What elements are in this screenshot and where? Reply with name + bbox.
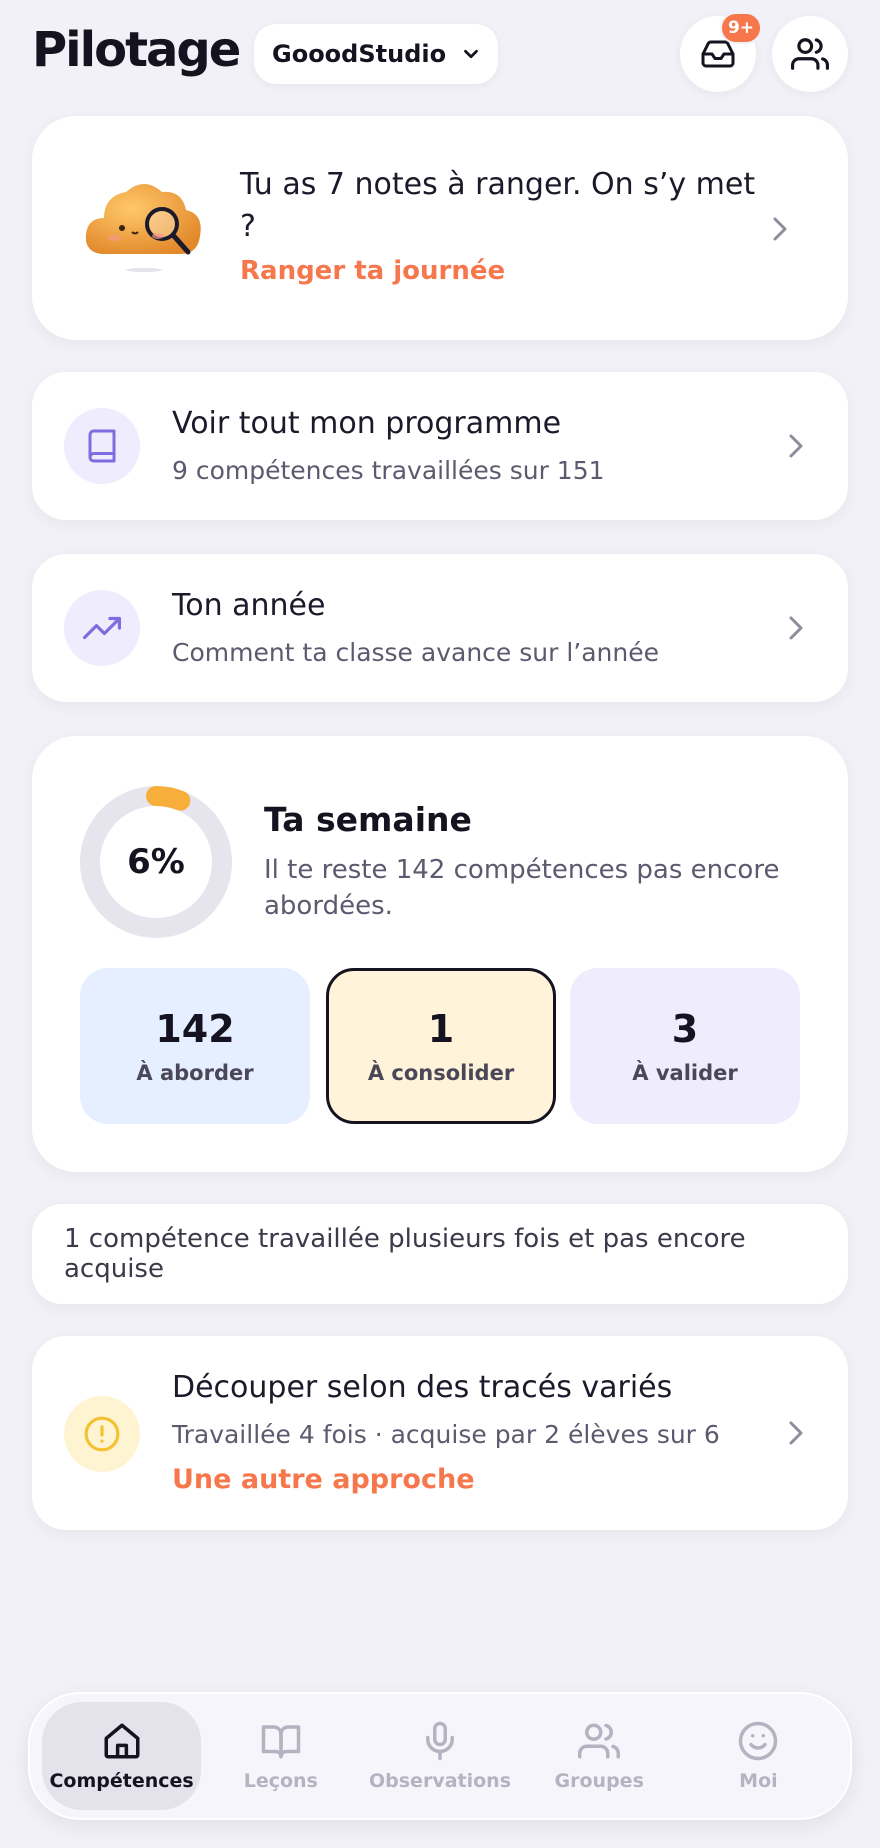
stat-to-approach[interactable]: 142 À aborder (80, 968, 310, 1124)
year-card-title: Ton année (172, 588, 326, 623)
stat-value: 3 (671, 1007, 699, 1051)
book-open-icon (261, 1725, 301, 1759)
stat-to-validate[interactable]: 3 À valider (570, 968, 800, 1124)
chevron-down-icon (464, 49, 478, 59)
microphone-icon (426, 1721, 454, 1761)
notes-card-link[interactable]: Ranger ta journée (240, 256, 505, 286)
users-button[interactable] (772, 16, 848, 92)
users-icon (791, 38, 829, 70)
nav-label: Compétences (49, 1770, 194, 1792)
info-strip: 1 compétence travaillée plusieurs fois e… (32, 1204, 848, 1304)
program-card-title: Voir tout mon programme (172, 406, 562, 441)
nav-item-observations[interactable]: Observations (360, 1702, 519, 1810)
program-card-subtitle: 9 compétences travaillées sur 151 (172, 456, 605, 485)
stat-label: À valider (632, 1061, 738, 1085)
info-strip-text: 1 compétence travaillée plusieurs fois e… (64, 1224, 746, 1284)
users-icon (578, 1723, 621, 1759)
org-name: GooodStudio (272, 40, 447, 68)
nav-item-groupes[interactable]: Groupes (520, 1702, 679, 1810)
nav-label: Leçons (243, 1770, 318, 1792)
program-card[interactable] (32, 372, 848, 520)
year-card[interactable] (32, 554, 848, 702)
skill-card-title: Découper selon des tracés variés (172, 1370, 673, 1405)
nav-item-lecons[interactable]: Leçons (201, 1702, 360, 1810)
week-subtitle: Il te reste 142 compétences pas encore a… (264, 855, 780, 921)
chevron-right-icon (773, 217, 787, 241)
skill-card-subtitle: Travaillée 4 fois · acquise par 2 élèves… (172, 1420, 720, 1449)
chevron-right-icon (789, 616, 803, 640)
org-selector[interactable]: GooodStudio (254, 24, 498, 84)
chevron-right-icon (789, 434, 803, 458)
page-title: Pilotage (32, 22, 241, 78)
stat-label: À aborder (136, 1061, 254, 1085)
inbox-badge: 9+ (720, 12, 762, 44)
smile-icon (739, 1721, 778, 1761)
notes-card-text: Tu as 7 notes à ranger. On s’y met ? (240, 167, 756, 244)
nav-item-competences[interactable]: Compétences (42, 1702, 202, 1810)
alert-circle-icon (84, 1416, 120, 1452)
stat-to-consolidate[interactable]: 1 À consolider (326, 968, 556, 1124)
week-title: Ta semaine (264, 800, 472, 839)
year-icon-circle (64, 590, 140, 666)
nav-label: Moi (739, 1770, 778, 1792)
book-icon (88, 429, 116, 463)
stat-value: 1 (427, 1007, 455, 1051)
stat-value: 142 (155, 1007, 235, 1051)
progress-label: 6% (127, 842, 185, 882)
home-icon (104, 1723, 140, 1759)
skill-icon-circle (64, 1396, 140, 1472)
bottom-nav: Compétences Leçons Observations Groupes (28, 1692, 852, 1820)
cloud-mascot-icon (85, 184, 201, 272)
year-card-subtitle: Comment ta classe avance sur l’année (172, 638, 659, 667)
trending-up-icon (83, 616, 121, 640)
stat-label: À consolider (367, 1061, 515, 1085)
chevron-right-icon (789, 1421, 803, 1445)
nav-label: Groupes (554, 1770, 644, 1792)
program-icon-circle (64, 408, 140, 484)
nav-label: Observations (369, 1770, 512, 1792)
skill-card-link[interactable]: Une autre approche (172, 1464, 475, 1495)
nav-item-moi[interactable]: Moi (679, 1702, 838, 1810)
